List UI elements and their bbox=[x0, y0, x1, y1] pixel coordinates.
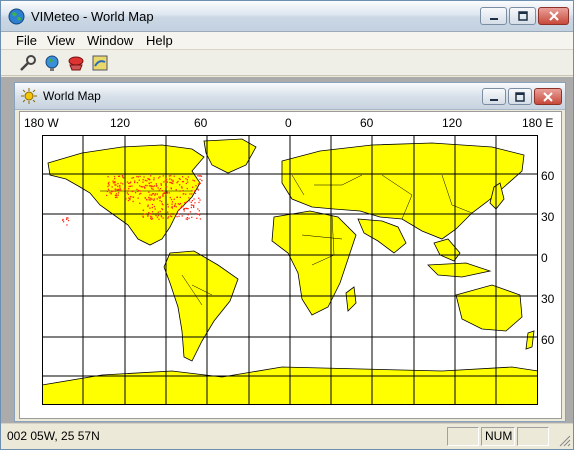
menu-view[interactable]: View bbox=[47, 32, 75, 50]
search-tool-icon bbox=[20, 55, 36, 71]
greenland bbox=[203, 138, 257, 174]
weather-icon bbox=[68, 56, 84, 71]
child-minimize-button[interactable] bbox=[482, 88, 506, 105]
menu-file[interactable]: File bbox=[16, 32, 37, 50]
world-map-canvas[interactable]: 180 W 120 60 0 60 120 180 E 60 30 0 30 6… bbox=[19, 111, 562, 419]
maximize-icon bbox=[515, 91, 525, 102]
australia bbox=[455, 284, 523, 332]
maximize-icon bbox=[517, 11, 528, 21]
sun-icon bbox=[21, 88, 37, 104]
globe-icon bbox=[8, 8, 25, 25]
arabia-india bbox=[357, 218, 407, 254]
globe-icon bbox=[45, 55, 59, 71]
status-pane-empty bbox=[447, 427, 479, 446]
child-title-bar[interactable]: World Map bbox=[15, 83, 565, 110]
north-america bbox=[47, 144, 205, 246]
weather-button[interactable] bbox=[65, 52, 87, 74]
africa bbox=[271, 210, 357, 316]
lat-label-60s: 60 bbox=[541, 333, 555, 347]
minimize-button[interactable] bbox=[480, 7, 507, 25]
lon-label-60w: 60 bbox=[194, 116, 208, 130]
menu-help[interactable]: Help bbox=[146, 32, 173, 50]
search-tool-button[interactable] bbox=[17, 52, 39, 74]
world-map-window: World Map 180 W 120 60 0 60 120 180 E 60… bbox=[14, 82, 566, 422]
status-pane-empty-2 bbox=[517, 427, 549, 446]
close-icon bbox=[543, 91, 553, 102]
child-window-title: World Map bbox=[43, 89, 101, 103]
lon-label-120w: 120 bbox=[110, 116, 131, 130]
close-icon bbox=[548, 11, 559, 21]
lon-label-0: 0 bbox=[285, 116, 292, 130]
map-view-icon bbox=[92, 55, 108, 71]
child-maximize-button[interactable] bbox=[508, 88, 532, 105]
title-bar[interactable]: VIMeteo - World Map bbox=[1, 1, 573, 32]
lat-label-60n: 60 bbox=[541, 169, 555, 183]
minimize-icon bbox=[489, 18, 498, 20]
child-close-button[interactable] bbox=[534, 88, 562, 105]
toolbar bbox=[1, 50, 573, 76]
lat-label-30s: 30 bbox=[541, 292, 555, 306]
globe-button[interactable] bbox=[41, 52, 63, 74]
maximize-button[interactable] bbox=[509, 7, 536, 25]
resize-grip-icon[interactable] bbox=[559, 435, 571, 447]
status-bar: 002 05W, 25 57N NUM bbox=[1, 423, 573, 449]
south-america bbox=[163, 250, 239, 362]
lon-label-180e: 180 E bbox=[522, 116, 554, 130]
map-view-button[interactable] bbox=[89, 52, 111, 74]
minimize-icon bbox=[490, 98, 498, 101]
madagascar bbox=[345, 286, 357, 312]
world-map bbox=[42, 135, 538, 405]
menu-window[interactable]: Window bbox=[87, 32, 133, 50]
southeast-asia bbox=[433, 238, 461, 262]
lon-label-180w: 180 W bbox=[24, 116, 59, 130]
app-window: VIMeteo - World Map File View Window Hel… bbox=[0, 0, 574, 450]
menu-bar: File View Window Help bbox=[1, 32, 573, 50]
lat-label-30n: 30 bbox=[541, 210, 555, 224]
num-lock-indicator: NUM bbox=[481, 427, 515, 446]
lat-label-0: 0 bbox=[541, 251, 548, 265]
close-button[interactable] bbox=[538, 7, 569, 25]
indonesia bbox=[427, 262, 492, 278]
lon-label-120e: 120 bbox=[442, 116, 463, 130]
window-title: VIMeteo - World Map bbox=[31, 9, 154, 24]
mdi-workspace: World Map 180 W 120 60 0 60 120 180 E 60… bbox=[1, 77, 573, 423]
lon-label-60e: 60 bbox=[360, 116, 374, 130]
cursor-coordinates: 002 05W, 25 57N bbox=[7, 429, 100, 443]
new-zealand bbox=[525, 330, 535, 350]
